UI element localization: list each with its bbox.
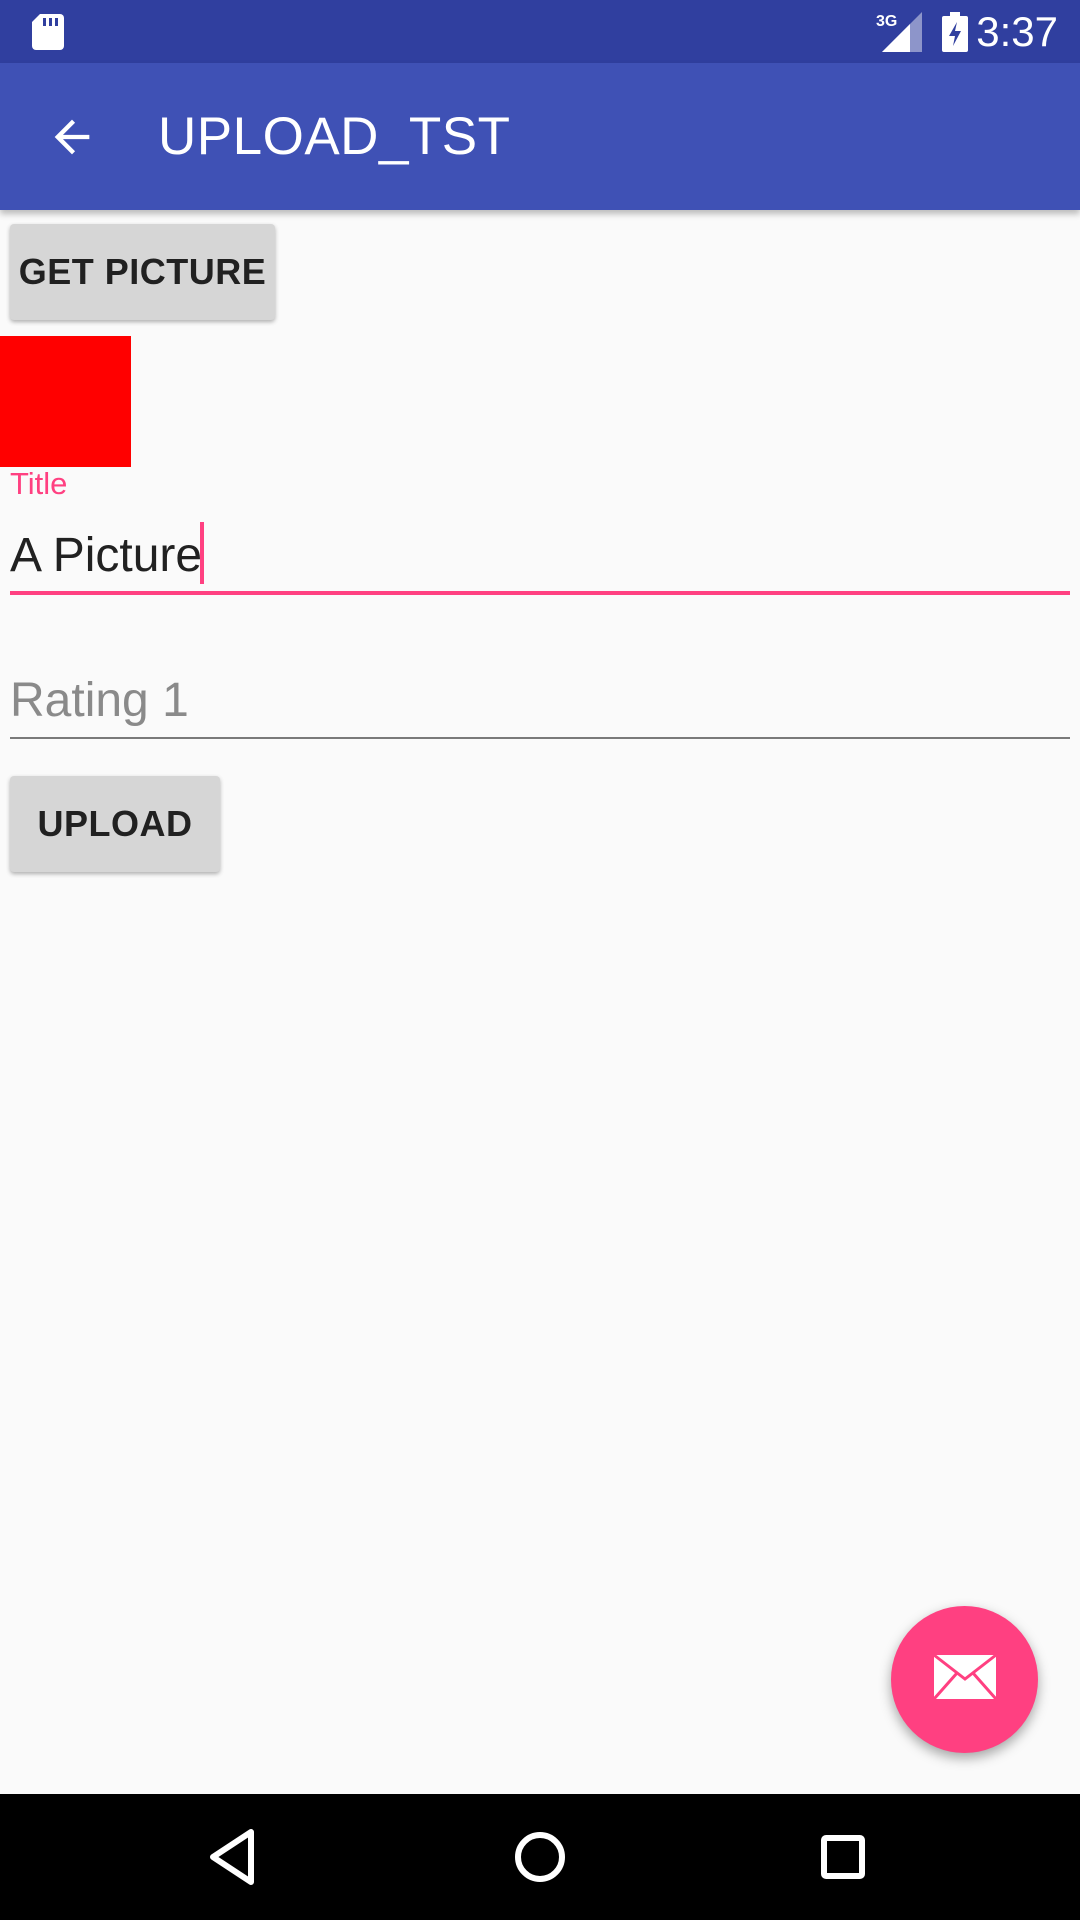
picture-preview [0, 336, 131, 467]
email-icon [932, 1653, 998, 1706]
app-bar: UPLOAD_TST [0, 63, 1080, 210]
nav-recents-icon[interactable] [810, 1824, 876, 1890]
nav-home-icon[interactable] [507, 1824, 573, 1890]
email-fab-button[interactable] [891, 1606, 1038, 1753]
title-field-label: Title [10, 466, 68, 501]
svg-text:3G: 3G [876, 13, 897, 30]
arrow-back-icon[interactable] [46, 111, 98, 163]
status-time: 3:37 [976, 8, 1058, 55]
navigation-bar [0, 1794, 1080, 1920]
upload-button[interactable]: UPLOAD [10, 776, 220, 872]
status-bar: 3G 3:37 [0, 0, 1080, 63]
text-cursor [200, 522, 204, 584]
title-field-underline [10, 591, 1070, 595]
battery-charging-icon [942, 12, 968, 57]
rating-field-underline [10, 737, 1070, 739]
title-field[interactable] [10, 519, 1070, 591]
rating-field[interactable] [10, 664, 1070, 736]
signal-3g-icon: 3G [876, 12, 922, 57]
get-picture-button[interactable]: GET PICTURE [10, 224, 275, 320]
page-title: UPLOAD_TST [158, 107, 511, 166]
nav-back-icon[interactable] [203, 1824, 269, 1890]
sd-card-icon [32, 14, 64, 55]
